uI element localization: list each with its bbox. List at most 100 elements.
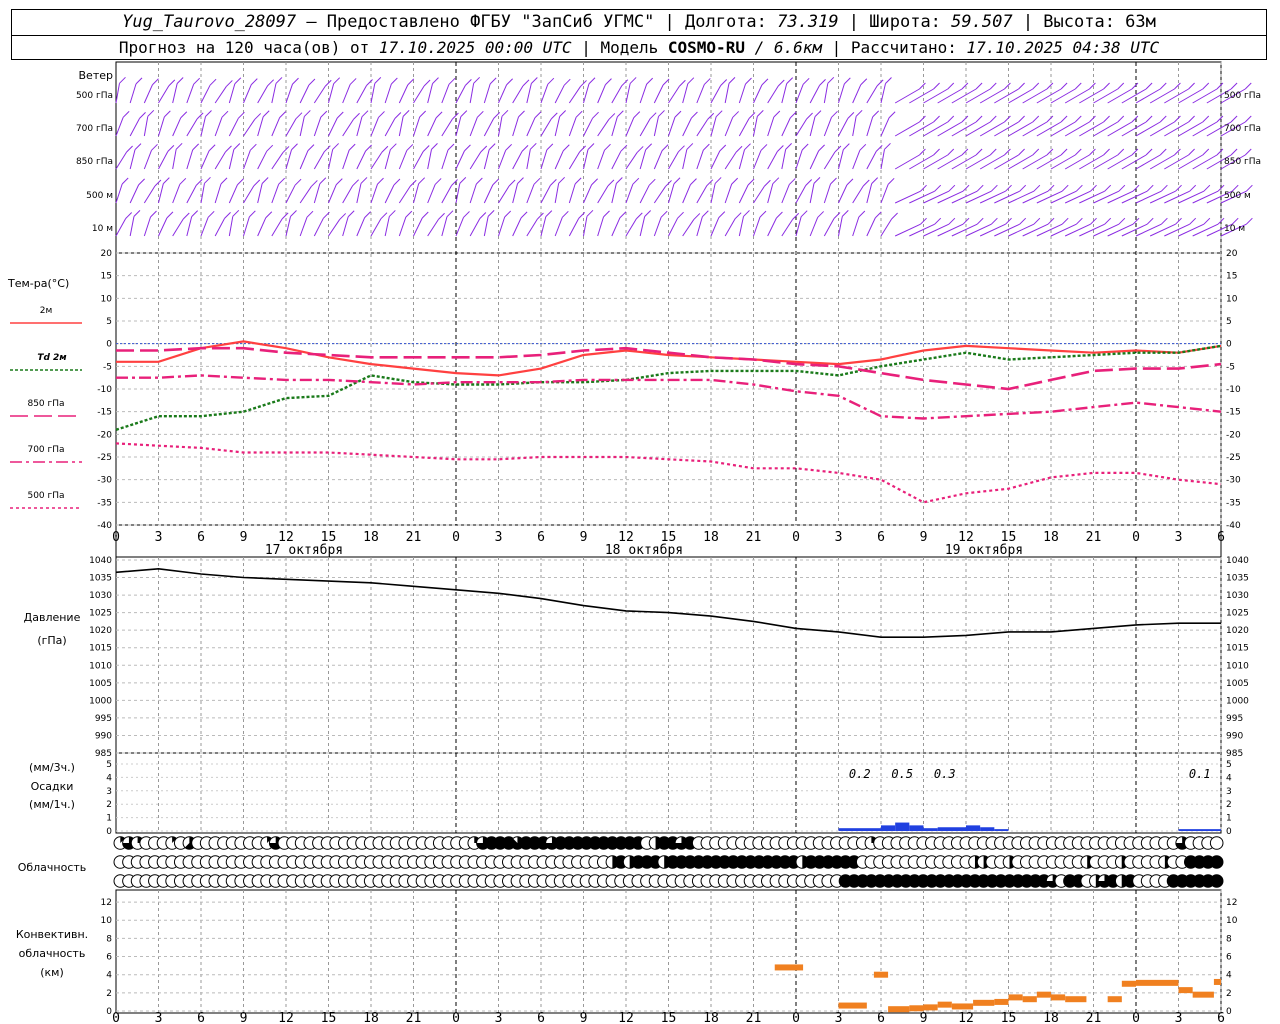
wind-barb [597, 143, 611, 170]
wind-barb-feather [234, 77, 242, 85]
wind-barb [115, 212, 133, 237]
convective-bar [1136, 979, 1179, 986]
wind-barb-feather [1089, 115, 1096, 123]
wind-barb-feather [615, 177, 623, 184]
temp-ytick-right: 0 [1226, 340, 1232, 350]
wind-barb-feather [431, 143, 438, 150]
pressure-ytick-left: 1035 [89, 574, 112, 584]
wind-barb [554, 78, 571, 104]
wind-barb-feather [1104, 184, 1112, 192]
wind-barb [1079, 115, 1110, 137]
wind-barb [710, 177, 722, 204]
wind-barb-feather [1103, 82, 1110, 90]
wind-barb-staff [1192, 121, 1218, 137]
wind-barb [356, 79, 373, 104]
wind-barb-feather [306, 210, 314, 218]
wind-barb [158, 110, 171, 137]
wind-barb [313, 110, 328, 137]
wind-barb-staff [994, 88, 1019, 104]
wind-barb [597, 210, 610, 237]
temp-ytick-left: -10 [97, 385, 112, 395]
x-tick-label: 0 [112, 530, 120, 545]
wind-barb-staff [200, 116, 206, 137]
wind-barb [143, 78, 159, 104]
wind-barb [441, 143, 455, 170]
wind-barb-staff [823, 218, 835, 237]
wind-barb [795, 143, 809, 170]
wind-barb [1135, 82, 1167, 104]
wind-barb [483, 77, 497, 104]
wind-barb-feather [1159, 115, 1167, 123]
wind-barb [129, 77, 143, 104]
wind-barb-feather [933, 82, 940, 90]
wind-barb [795, 77, 810, 104]
wind-barb-feather [975, 115, 983, 123]
wind-barb [200, 110, 212, 137]
wind-barb-feather [422, 145, 430, 152]
wind-barb-feather [1202, 148, 1210, 156]
wind-barb-feather [934, 184, 942, 192]
wind-barb-feather [645, 143, 653, 151]
wind-barb [370, 145, 389, 170]
wind-barb-staff [923, 190, 950, 204]
conv-title-3: (км) [40, 966, 64, 979]
wind-barb-staff [356, 150, 367, 170]
wind-barb-staff [1135, 154, 1161, 170]
wind-barb [455, 78, 472, 104]
wind-barb-staff [143, 216, 151, 237]
wind-barb [866, 211, 882, 237]
wind-barb-feather [1244, 82, 1252, 90]
wind-barb-staff [129, 184, 140, 204]
wind-barb-feather [842, 143, 850, 150]
wind-barb-feather [292, 77, 299, 85]
wind-barb [1079, 82, 1110, 104]
wind-barb-feather [735, 145, 743, 153]
wind-barb-staff [894, 88, 920, 104]
wind-barb-staff [880, 117, 890, 137]
wind-barb [1192, 148, 1224, 170]
wind-barb-feather [884, 142, 891, 150]
convective-bar [1213, 978, 1221, 985]
conv-ytick-right: 0 [1226, 1007, 1232, 1017]
wind-barb-feather [421, 211, 429, 219]
wind-barb-staff [979, 190, 1006, 204]
pressure-ytick-right: 1000 [1226, 696, 1249, 706]
wind-barb-feather [406, 144, 414, 151]
wind-barb-feather [714, 177, 722, 184]
wind-barb-staff [724, 151, 737, 170]
wind-barb-feather [961, 82, 969, 90]
wind-barb [1121, 148, 1153, 170]
wind-barb [498, 109, 509, 137]
wind-barb [313, 145, 331, 170]
wind-barb-staff [965, 154, 991, 170]
wind-barb-staff [214, 218, 225, 237]
temp-legend-label: 850 гПа [27, 399, 64, 409]
wind-barb-staff [668, 151, 679, 170]
wind-barb [724, 145, 743, 170]
wind-barb [880, 111, 896, 137]
wind-barb-staff [129, 216, 135, 237]
wind-barb-staff [894, 190, 921, 204]
wind-barb-feather [760, 144, 768, 151]
wind-barb-feather [193, 77, 201, 85]
wind-barb-feather [605, 78, 612, 85]
wind-barb [526, 77, 538, 104]
wind-barb-staff [370, 151, 383, 170]
x-tick-label: 3 [495, 1011, 503, 1024]
wind-barb-feather [1117, 82, 1125, 90]
wind-barb-feather [933, 148, 940, 156]
wind-barb-feather [961, 148, 969, 156]
wind-barb-staff [469, 83, 475, 104]
wind-barb [781, 178, 796, 204]
wind-barb [554, 144, 570, 170]
wind-barb-staff [852, 116, 857, 137]
wind-barb-feather [592, 111, 599, 119]
conv-ytick-right: 6 [1226, 953, 1232, 963]
wind-barb [653, 110, 665, 137]
wind-barb-feather [1202, 82, 1210, 90]
x-tick-label: 12 [278, 1011, 294, 1024]
wind-barb [512, 144, 529, 170]
wind-barb [228, 209, 240, 237]
wind-barb [753, 110, 764, 137]
wind-barb [1178, 148, 1210, 170]
